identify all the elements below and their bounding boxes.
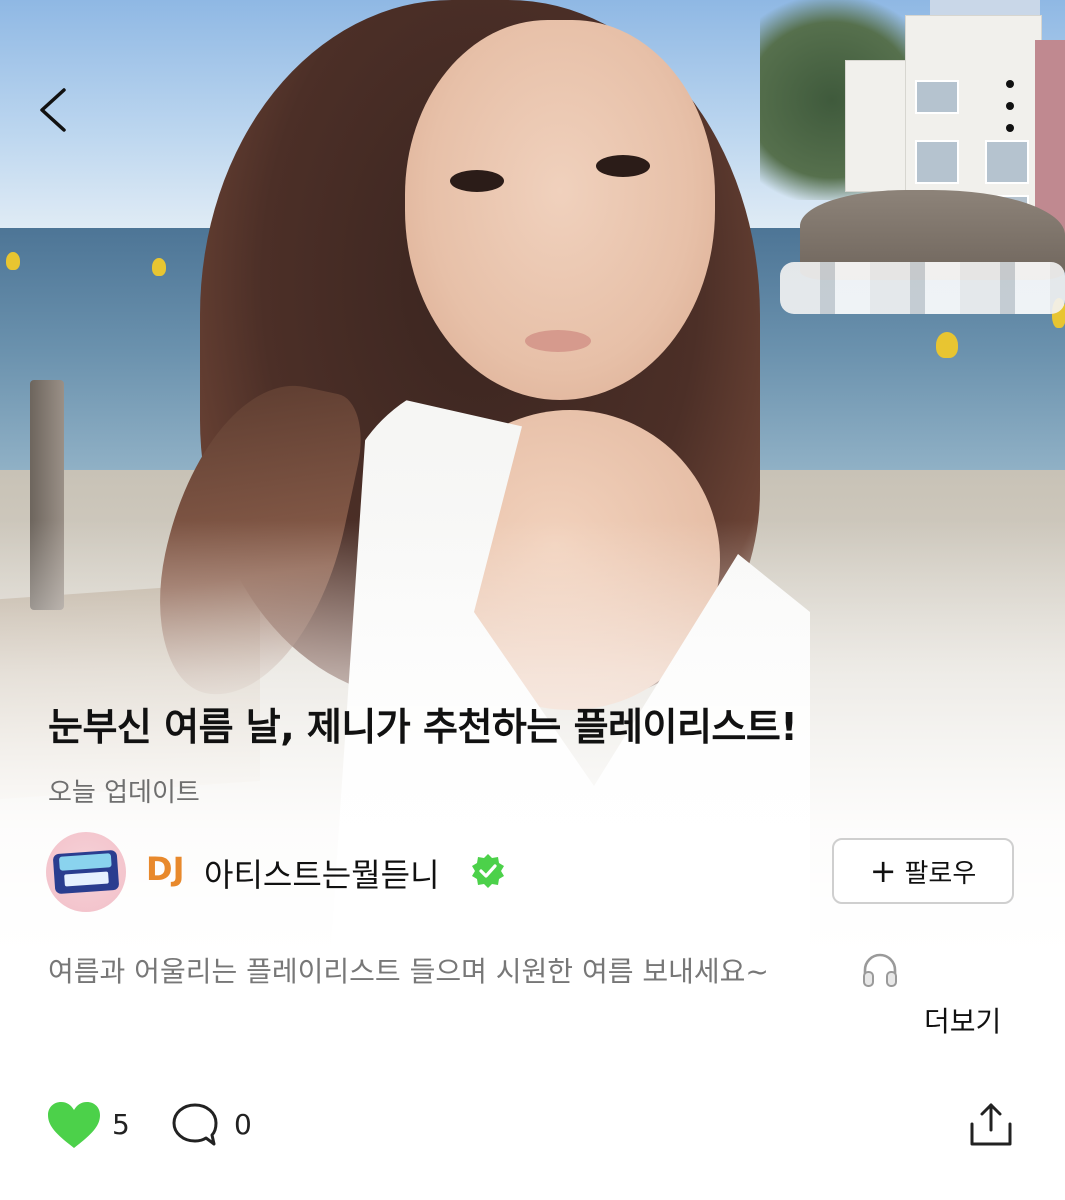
photo-eye [596, 155, 650, 177]
follow-label: 팔로우 [904, 858, 977, 889]
update-status: 오늘 업데이트 [48, 778, 200, 808]
check-badge-icon [472, 854, 504, 888]
comment-button[interactable] [170, 1100, 220, 1150]
curator-avatar[interactable] [46, 832, 126, 912]
share-icon [970, 1103, 1012, 1146]
dj-prefix: DJ [146, 850, 185, 888]
like-button[interactable] [46, 1100, 102, 1152]
speech-bubble-icon [172, 1103, 218, 1146]
plus-icon: + [869, 852, 897, 890]
follow-button[interactable]: + 팔로우 [832, 838, 1014, 904]
headphones-icon [863, 953, 897, 987]
photo-buoy [6, 252, 20, 270]
photo-window [915, 140, 959, 184]
back-button[interactable] [30, 80, 90, 140]
photo-lips [525, 330, 591, 352]
photo-buoy [936, 332, 958, 358]
read-more-link[interactable]: 더보기 [924, 1000, 1001, 1040]
avatar-logo [52, 849, 120, 895]
photo-window [915, 80, 959, 114]
playlist-description: 여름과 어울리는 플레이리스트 들으며 시원한 여름 보내세요~ [48, 955, 769, 988]
comment-count: 0 [234, 1108, 252, 1141]
photo-buoy [152, 258, 166, 276]
like-count: 5 [112, 1108, 130, 1141]
playlist-screen: 눈부신 여름 날, 제니가 추천하는 플레이리스트! 오늘 업데이트 DJ 아티… [0, 0, 1065, 1200]
chevron-left-icon [40, 88, 66, 132]
photo-eye [450, 170, 504, 192]
share-button[interactable] [966, 1100, 1016, 1150]
more-options-button[interactable] [988, 80, 1032, 150]
playlist-title: 눈부신 여름 날, 제니가 추천하는 플레이리스트! [48, 705, 798, 749]
photo-boats [780, 262, 1065, 314]
curator-name[interactable]: 아티스트는뭘듣니 [204, 850, 440, 896]
cover-photo [0, 0, 1065, 960]
heart-icon [48, 1102, 100, 1148]
